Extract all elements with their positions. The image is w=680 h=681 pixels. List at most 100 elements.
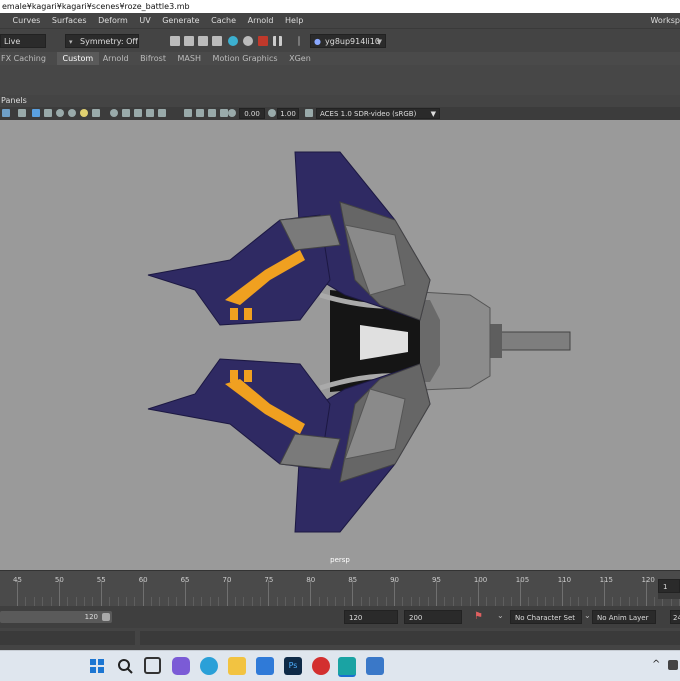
symmetry-dropdown[interactable]: ▾ Symmetry: Off — [65, 34, 139, 48]
anim-layer-dropdown[interactable]: No Anim Layer — [592, 610, 656, 624]
timeline-minor-tick — [218, 597, 220, 606]
timeline-minor-tick — [318, 597, 320, 606]
menu-uv[interactable]: UV — [139, 13, 150, 28]
colorspace-dropdown[interactable]: ACES 1.0 SDR-video (sRGB) ▼ — [316, 108, 440, 119]
viewport-3d[interactable] — [0, 120, 680, 570]
mail-icon[interactable] — [256, 657, 274, 675]
resolution-gate-icon[interactable] — [208, 109, 216, 117]
spaceship-model — [147, 151, 571, 533]
live-surface-field[interactable]: Live Surface — [0, 34, 46, 60]
color-management-icon[interactable] — [305, 109, 313, 117]
tab-bifrost[interactable]: Bifrost — [139, 52, 174, 65]
arnold-render-icon[interactable] — [243, 36, 253, 46]
textured-icon[interactable] — [56, 109, 64, 117]
timeline-minor-tick — [25, 597, 27, 606]
start-icon[interactable] — [88, 657, 106, 675]
photoshop-icon[interactable]: Ps — [284, 657, 302, 675]
backface-culling-icon[interactable] — [158, 109, 166, 117]
timeline-minor-tick — [260, 597, 262, 606]
menu-deform[interactable]: Deform — [98, 13, 128, 28]
animation-end-field[interactable]: 200 — [404, 610, 462, 624]
timeline-minor-tick — [611, 597, 613, 606]
timeline-label: 55 — [96, 576, 106, 584]
hypershade-icon[interactable] — [228, 36, 238, 46]
current-frame-field[interactable]: 1 — [658, 579, 680, 593]
xray-components-icon[interactable] — [146, 109, 154, 117]
exposure-field[interactable]: 0.00 — [239, 108, 265, 119]
render-settings-icon[interactable] — [212, 36, 222, 46]
task-view-icon[interactable] — [144, 657, 161, 674]
timeline-label: 120 — [641, 576, 655, 584]
gamma-field[interactable]: 1.00 — [277, 108, 299, 119]
pause-icon[interactable] — [273, 36, 282, 46]
menu-curves[interactable]: Curves — [13, 13, 41, 28]
teams-chat-icon[interactable] — [172, 657, 190, 675]
wireframe-icon[interactable] — [32, 109, 40, 117]
file-explorer-icon[interactable] — [228, 657, 246, 675]
chevron-down-icon[interactable]: ⌄ — [497, 611, 504, 620]
timeline-minor-tick — [503, 597, 505, 606]
range-slider[interactable]: 120 — [0, 611, 112, 623]
timeline-minor-tick — [92, 597, 94, 606]
arnold-render-view-icon[interactable] — [258, 36, 268, 46]
safe-action-icon[interactable] — [220, 109, 228, 117]
timeline-minor-tick — [544, 597, 546, 606]
timeline-minor-tick — [368, 597, 370, 606]
tab-xgen[interactable]: XGen — [288, 52, 319, 65]
xray-icon[interactable] — [122, 109, 130, 117]
menu-arnold[interactable]: Arnold — [248, 13, 274, 28]
range-handle[interactable] — [102, 613, 110, 621]
edge-browser-icon[interactable] — [200, 657, 218, 675]
timeline-minor-tick — [33, 597, 35, 606]
user-account-dropdown[interactable]: ● yg8up914li10 ▼ — [310, 34, 386, 48]
menu-help[interactable]: Help — [285, 13, 303, 28]
photo-viewer-icon[interactable] — [366, 657, 384, 675]
render-frame-icon[interactable] — [170, 36, 180, 46]
film-gate-icon[interactable] — [196, 109, 204, 117]
timeline-minor-tick — [167, 597, 169, 606]
ipr-render-icon[interactable] — [198, 36, 208, 46]
workspace-label[interactable]: Worksp — [650, 13, 680, 28]
red-app-icon[interactable] — [312, 657, 330, 675]
auto-key-icon[interactable]: ⚑ — [474, 611, 483, 622]
panels-menu[interactable]: Panels — [1, 96, 27, 105]
fps-field[interactable]: 24 — [670, 610, 680, 624]
smooth-shade-icon[interactable] — [44, 109, 52, 117]
camera-attributes-icon[interactable] — [18, 109, 26, 117]
user-icon: ● — [314, 37, 321, 46]
menu-surfaces[interactable]: Surfaces — [52, 13, 87, 28]
exposure-icon[interactable] — [228, 109, 236, 117]
chevron-down-icon[interactable]: ⌄ — [584, 611, 591, 620]
render-sequence-icon[interactable] — [184, 36, 194, 46]
select-camera-icon[interactable] — [2, 109, 10, 117]
xray-joints-icon[interactable] — [134, 109, 142, 117]
isolate-select-icon[interactable] — [110, 109, 118, 117]
time-slider[interactable]: 45 50 55 60 65 70 75 80 85 90 95 100 105 110 115 120 1 — [0, 570, 680, 607]
maya-icon[interactable] — [338, 657, 356, 677]
shadows-icon[interactable] — [80, 109, 88, 117]
timeline-minor-tick — [42, 597, 44, 606]
gamma-icon[interactable] — [268, 109, 276, 117]
scene-path: emale¥kagari¥kagari¥scenes¥roze_battle3.… — [2, 2, 190, 11]
ambient-occlusion-icon[interactable] — [92, 109, 100, 117]
grid-icon[interactable] — [184, 109, 192, 117]
playback-end-field[interactable]: 120 — [344, 610, 398, 624]
use-lights-icon[interactable] — [68, 109, 76, 117]
timeline-label: 100 — [473, 576, 488, 584]
tab-motion-graphics[interactable]: Motion Graphics — [212, 52, 286, 65]
wifi-icon[interactable] — [668, 660, 678, 670]
menu-cache[interactable]: Cache — [211, 13, 236, 28]
tab-mash[interactable]: MASH — [177, 52, 209, 65]
tab-arnold[interactable]: Arnold — [102, 52, 137, 65]
search-icon[interactable] — [116, 657, 134, 675]
tab-custom[interactable]: Custom — [56, 52, 100, 65]
timeline-minor-tick — [109, 597, 111, 606]
menu-generate[interactable]: Generate — [162, 13, 199, 28]
mel-input[interactable] — [0, 631, 135, 645]
shelf-area — [0, 65, 680, 96]
chevron-up-icon[interactable]: ^ — [652, 659, 660, 670]
chevron-down-icon: ▾ — [69, 38, 73, 46]
character-set-dropdown[interactable]: No Character Set — [510, 610, 582, 624]
tab-fx-caching[interactable]: FX Caching — [0, 52, 54, 65]
timeline-minor-tick — [293, 597, 295, 606]
